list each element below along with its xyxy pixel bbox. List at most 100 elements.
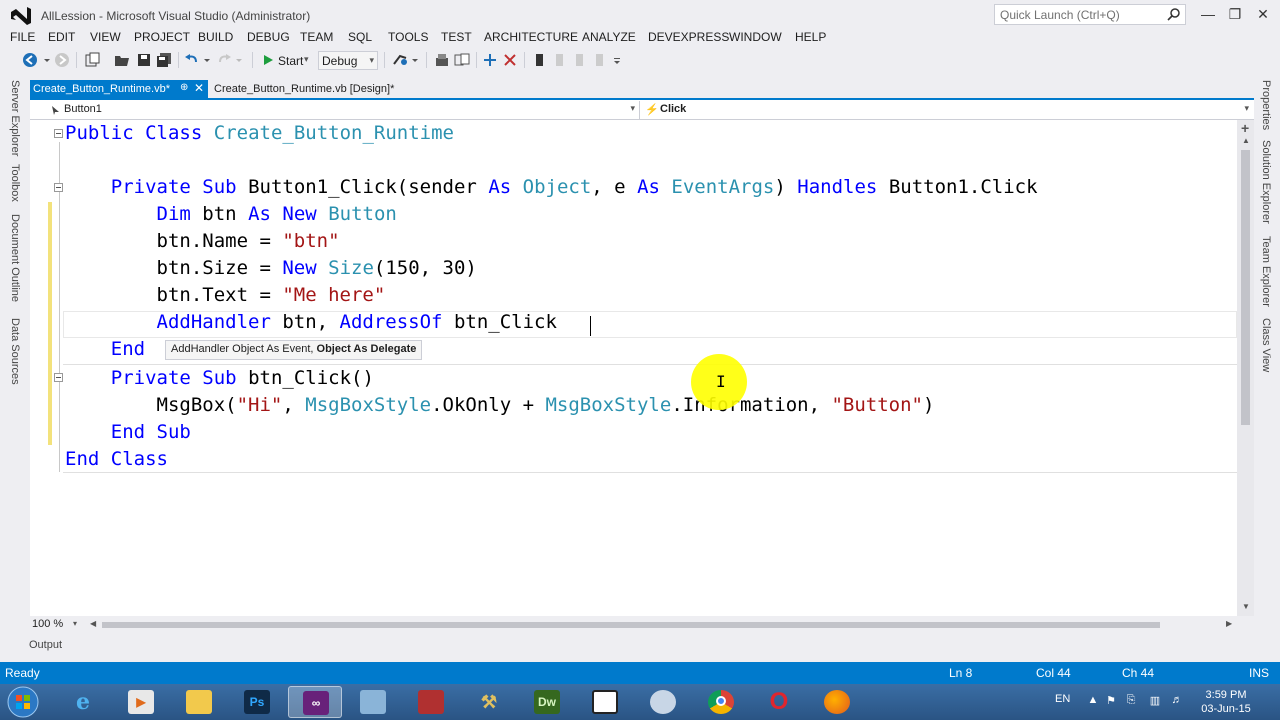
menu-sql[interactable]: SQL bbox=[348, 30, 372, 44]
taskbar-media-player[interactable]: ▶ bbox=[114, 686, 168, 718]
output-window-tab[interactable]: Output bbox=[29, 639, 62, 651]
taskbar-network-app[interactable] bbox=[636, 686, 690, 718]
start-button[interactable] bbox=[4, 685, 42, 719]
taskbar-visual-studio[interactable]: ∞ bbox=[288, 686, 342, 718]
attach-process-icon[interactable] bbox=[392, 52, 408, 68]
server-explorer-tab[interactable]: Server Explorer bbox=[9, 80, 21, 156]
undo-dropdown-icon[interactable] bbox=[202, 52, 212, 68]
menu-debug[interactable]: DEBUG bbox=[247, 30, 290, 44]
scroll-down-icon[interactable]: ▼ bbox=[1242, 602, 1250, 611]
collapse-sub-icon[interactable] bbox=[54, 373, 63, 382]
scroll-left-icon[interactable]: ◀ bbox=[90, 619, 96, 628]
menu-file[interactable]: FILE bbox=[10, 30, 35, 44]
new-project-icon[interactable] bbox=[84, 52, 100, 68]
code-line-3[interactable]: Private Sub Button1_Click(sender As Obje… bbox=[65, 174, 1038, 201]
method-name-select[interactable]: ⚡ Click ▾ bbox=[641, 101, 1253, 119]
tab-code-file[interactable]: Create_Button_Runtime.vb* ⊕ ✕ bbox=[30, 80, 208, 98]
next-bookmark-icon[interactable] bbox=[572, 52, 588, 68]
usb-icon[interactable]: ⎘ bbox=[1124, 694, 1138, 708]
code-line-6[interactable]: btn.Size = New Size(150, 30) bbox=[65, 255, 477, 282]
quick-launch-input[interactable]: Quick Launch (Ctrl+Q) bbox=[994, 4, 1186, 25]
clear-bookmarks-icon[interactable] bbox=[592, 52, 608, 68]
step-into-icon[interactable] bbox=[454, 52, 470, 68]
attach-dropdown-icon[interactable] bbox=[410, 52, 420, 68]
toolbar-overflow-icon[interactable] bbox=[612, 52, 622, 68]
system-clock[interactable]: 3:59 PM 03-Jun-15 bbox=[1196, 688, 1256, 716]
open-file-icon[interactable] bbox=[114, 52, 130, 68]
taskbar-file-explorer[interactable] bbox=[172, 686, 226, 718]
horizontal-scroll-thumb[interactable] bbox=[102, 622, 1160, 628]
menu-tools[interactable]: TOOLS bbox=[388, 30, 428, 44]
menu-window[interactable]: WINDOW bbox=[729, 30, 782, 44]
menu-devexpress[interactable]: DEVEXPRESS bbox=[648, 30, 729, 44]
tab-design-file[interactable]: Create_Button_Runtime.vb [Design]* bbox=[214, 80, 394, 98]
solution-configuration-select[interactable]: Debug ▾ bbox=[318, 51, 378, 70]
taskbar-opera[interactable]: O bbox=[752, 686, 806, 718]
menu-view[interactable]: VIEW bbox=[90, 30, 121, 44]
save-icon[interactable] bbox=[136, 52, 152, 68]
code-line-11[interactable]: MsgBox("Hi", MsgBoxStyle.OkOnly + MsgBox… bbox=[65, 392, 935, 419]
solution-explorer-tab[interactable]: Solution Explorer bbox=[1260, 140, 1272, 224]
zoom-select[interactable]: 100 % ▾ bbox=[30, 617, 85, 633]
restore-button[interactable]: ❐ bbox=[1222, 4, 1248, 24]
taskbar-book-app[interactable] bbox=[404, 686, 458, 718]
menu-analyze[interactable]: ANALYZE bbox=[582, 30, 636, 44]
toggle-bookmark-icon[interactable] bbox=[532, 52, 548, 68]
menu-build[interactable]: BUILD bbox=[198, 30, 233, 44]
vertical-scroll-thumb[interactable] bbox=[1241, 150, 1250, 425]
code-line-4[interactable]: Dim btn As New Button bbox=[65, 201, 397, 228]
redo-icon[interactable] bbox=[216, 52, 232, 68]
code-editor[interactable]: Public Class Create_Button_Runtime Priva… bbox=[45, 120, 1237, 616]
menu-team[interactable]: TEAM bbox=[300, 30, 333, 44]
taskbar-chrome[interactable] bbox=[694, 686, 748, 718]
menu-architecture[interactable]: ARCHITECTURE bbox=[484, 30, 578, 44]
close-button[interactable]: ✕ bbox=[1250, 4, 1276, 24]
taskbar-3d-box-app[interactable] bbox=[346, 686, 400, 718]
code-line-8[interactable]: AddHandler btn, AddressOf btn_Click bbox=[65, 309, 557, 336]
code-line-12[interactable]: End Sub bbox=[65, 419, 191, 446]
menu-edit[interactable]: EDIT bbox=[48, 30, 75, 44]
document-outline-tab[interactable]: Document Outline bbox=[9, 214, 21, 302]
split-window-icon[interactable]: + bbox=[1241, 120, 1249, 136]
search-icon[interactable] bbox=[1167, 7, 1181, 21]
previous-bookmark-icon[interactable] bbox=[552, 52, 568, 68]
menu-project[interactable]: PROJECT bbox=[134, 30, 190, 44]
code-line-13[interactable]: End Class bbox=[65, 446, 168, 473]
redo-dropdown-icon[interactable] bbox=[234, 52, 244, 68]
collapse-sub-icon[interactable] bbox=[54, 183, 63, 192]
vertical-scrollbar[interactable]: + ▲ ▼ bbox=[1237, 120, 1254, 616]
code-line-10[interactable]: Private Sub btn_Click() bbox=[65, 365, 374, 392]
network-tray-icon[interactable]: ▥ bbox=[1148, 694, 1162, 708]
toolbox-tab[interactable]: Toolbox bbox=[9, 164, 21, 202]
menu-help[interactable]: HELP bbox=[795, 30, 826, 44]
input-language[interactable]: EN bbox=[1055, 693, 1070, 705]
taskbar-internet-explorer[interactable]: e bbox=[56, 686, 110, 718]
back-dropdown-icon[interactable] bbox=[42, 52, 52, 68]
scroll-right-icon[interactable]: ▶ bbox=[1226, 619, 1232, 628]
taskbar-tools-app[interactable]: ⚒ bbox=[462, 686, 516, 718]
uncomment-icon[interactable] bbox=[502, 52, 518, 68]
collapse-class-icon[interactable] bbox=[54, 129, 63, 138]
volume-icon[interactable]: ♬ bbox=[1170, 694, 1184, 708]
scroll-up-icon[interactable]: ▲ bbox=[1242, 136, 1250, 145]
code-line-1[interactable]: Public Class Create_Button_Runtime bbox=[65, 120, 454, 147]
close-tab-icon[interactable]: ✕ bbox=[194, 81, 204, 95]
team-explorer-tab[interactable]: Team Explorer bbox=[1260, 236, 1272, 307]
start-dropdown-icon[interactable]: ▾ bbox=[304, 54, 309, 65]
action-center-icon[interactable]: ⚑ bbox=[1104, 694, 1118, 708]
undo-icon[interactable] bbox=[184, 52, 200, 68]
navigate-back-icon[interactable] bbox=[22, 52, 38, 68]
minimize-button[interactable]: — bbox=[1195, 4, 1221, 24]
show-hidden-icons-icon[interactable]: ▲ bbox=[1086, 694, 1100, 708]
code-line-9[interactable]: End bbox=[65, 336, 145, 363]
properties-tab[interactable]: Properties bbox=[1260, 80, 1272, 130]
data-sources-tab[interactable]: Data Sources bbox=[9, 318, 21, 385]
taskbar-window-app[interactable] bbox=[578, 686, 632, 718]
class-view-tab[interactable]: Class View bbox=[1260, 318, 1272, 372]
taskbar-photoshop[interactable]: Ps bbox=[230, 686, 284, 718]
comment-icon[interactable] bbox=[482, 52, 498, 68]
class-name-select[interactable]: Button1 ▾ bbox=[30, 101, 640, 119]
menu-test[interactable]: TEST bbox=[441, 30, 472, 44]
save-all-icon[interactable] bbox=[156, 52, 172, 68]
taskbar-dreamweaver[interactable]: Dw bbox=[520, 686, 574, 718]
